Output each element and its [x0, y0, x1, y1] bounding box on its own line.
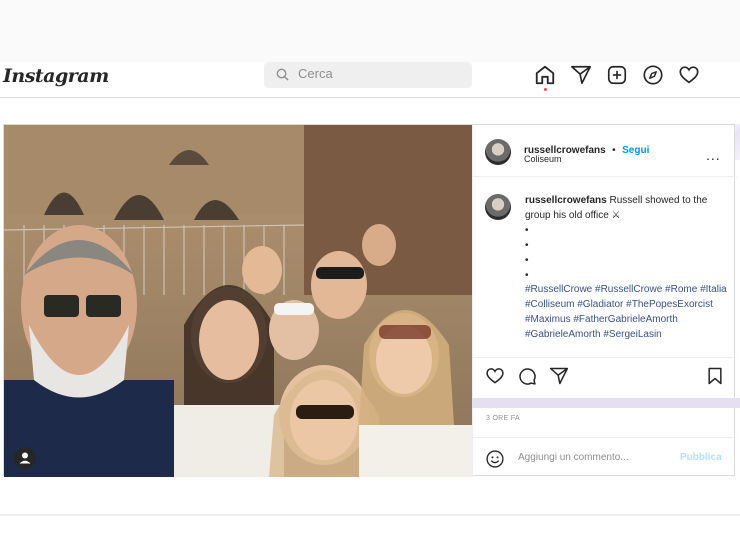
search-placeholder: Cerca	[298, 66, 333, 81]
post-header: russellcrowefans • Segui Coliseum ...	[473, 125, 737, 177]
bullet: •	[525, 255, 529, 266]
search-icon	[276, 68, 289, 81]
post-location[interactable]: Coliseum	[524, 154, 562, 164]
save-icon[interactable]	[705, 366, 725, 386]
notification-dot	[544, 88, 547, 91]
caption-bullets: • • • •	[525, 223, 529, 283]
header-separator: •	[612, 145, 616, 156]
follow-button[interactable]: Segui	[622, 145, 649, 156]
tagged-user-icon[interactable]	[14, 447, 36, 469]
overlay-strip	[472, 398, 740, 408]
author-avatar[interactable]	[485, 139, 511, 165]
browser-blank-area	[0, 0, 740, 62]
instagram-logo[interactable]: Instagram	[3, 65, 109, 87]
search-input[interactable]: Cerca	[264, 62, 472, 88]
comment-box: Aggiungi un commento... Pubblica	[473, 437, 737, 477]
post-timestamp[interactable]: 3 ORE FA	[486, 415, 520, 422]
page-divider	[0, 514, 740, 516]
post-actions	[473, 357, 737, 397]
top-navbar: Instagram Cerca	[0, 62, 740, 160]
caption-username[interactable]: russellcrowefans	[525, 195, 607, 206]
post-photo[interactable]	[4, 125, 472, 477]
bullet: •	[525, 270, 529, 281]
caption-hashtags[interactable]: #RussellCrowe #RussellCrowe #Rome #Itali…	[525, 282, 730, 348]
post-card: russellcrowefans • Segui Coliseum ... ru…	[3, 124, 737, 477]
heart-icon[interactable]	[678, 64, 700, 86]
caption-avatar[interactable]	[485, 194, 511, 220]
home-icon[interactable]	[534, 64, 556, 86]
comment-input[interactable]: Aggiungi un commento...	[518, 452, 629, 463]
group-selfie-image	[4, 125, 472, 477]
publish-button[interactable]: Pubblica	[680, 452, 722, 463]
post-caption: russellcrowefans Russell showed to the g…	[525, 193, 725, 223]
comment-icon[interactable]	[517, 366, 537, 386]
like-icon[interactable]	[485, 366, 505, 386]
post-side-panel: russellcrowefans • Segui Coliseum ... ru…	[472, 125, 737, 477]
explore-icon[interactable]	[642, 64, 664, 86]
new-post-icon[interactable]	[606, 64, 628, 86]
share-icon[interactable]	[549, 366, 569, 386]
emoji-icon[interactable]	[485, 449, 505, 469]
bullet: •	[525, 240, 529, 251]
more-options-icon[interactable]: ...	[706, 147, 721, 163]
send-icon[interactable]	[570, 64, 592, 86]
bullet: •	[525, 225, 529, 236]
